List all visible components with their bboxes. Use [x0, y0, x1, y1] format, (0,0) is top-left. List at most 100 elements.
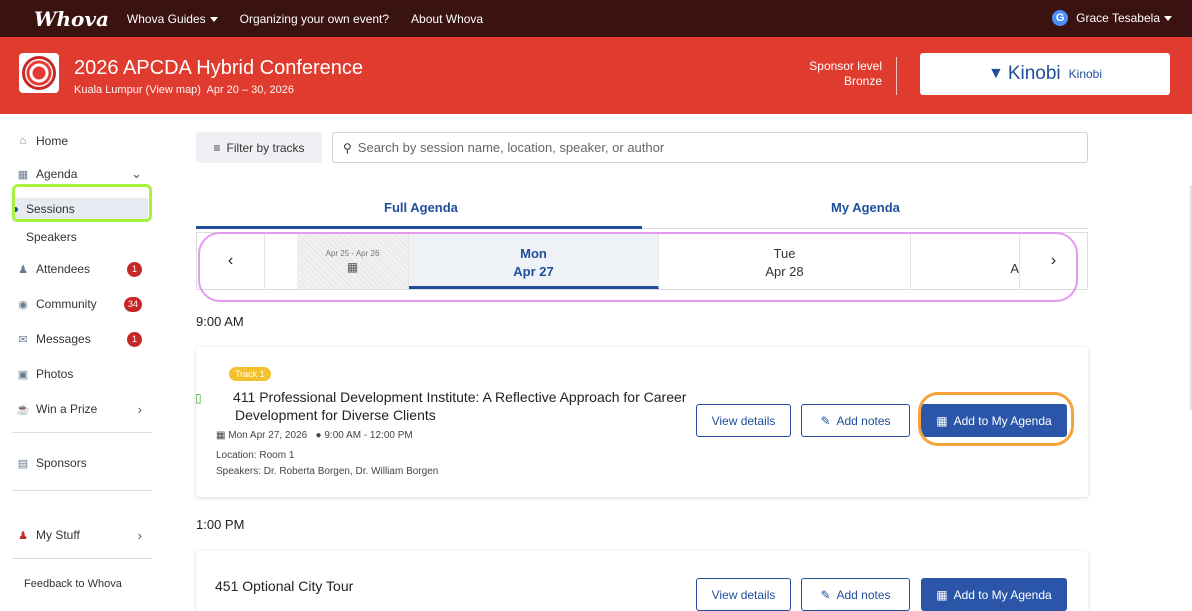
sidebar-item-label: Community	[36, 297, 97, 311]
attendees-badge: 1	[127, 261, 142, 277]
divider	[12, 558, 152, 559]
chevron-down-icon: ⌄	[131, 166, 142, 181]
caret-down-icon	[209, 16, 218, 22]
sponsor-banner[interactable]: ▼ Kinobi Kinobi	[920, 53, 1170, 95]
session-date: Mon Apr 27, 2026	[228, 430, 308, 441]
user-name: Grace Tesabela	[1076, 11, 1160, 25]
search-icon: ⚲	[343, 140, 352, 155]
user-notification-icon: ♟	[18, 529, 28, 542]
whova-logo[interactable]: Whova	[34, 7, 109, 31]
sidebar-item-photos[interactable]: ▣ Photos	[16, 367, 152, 381]
filter-label: Filter by tracks	[226, 140, 305, 155]
pencil-note-icon: ✎	[820, 413, 831, 428]
sidebar-item-messages[interactable]: ✉ Messages 1	[16, 331, 152, 347]
session-time: 9:00 AM - 12:00 PM	[324, 430, 413, 441]
session-title-text: 411 Professional Development Institute: …	[233, 389, 687, 423]
session-datetime: ▦ Mon Apr 27, 2026 ● 9:00 AM - 12:00 PM	[216, 430, 413, 441]
event-title: 2026 APCDA Hybrid Conference	[74, 57, 364, 79]
session-card[interactable]: 451 Optional City Tour View details ✎ Add…	[196, 551, 1088, 611]
event-logo	[19, 53, 59, 93]
sidebar-item-community[interactable]: ◉ Community 34	[16, 296, 152, 312]
event-location-link[interactable]: Kuala Lumpur (View map)	[74, 84, 201, 96]
sidebar-item-label: My Stuff	[36, 528, 80, 542]
nav-organizing[interactable]: Organizing your own event?	[240, 12, 389, 26]
add-agenda-label: Add to My Agenda	[953, 587, 1052, 602]
avatar: G	[1052, 10, 1069, 26]
active-tab-underline	[196, 226, 642, 229]
view-details-label: View details	[711, 413, 776, 428]
sidebar-item-win-prize[interactable]: ☕ Win a Prize ›	[16, 401, 152, 417]
session-title[interactable]: 451 Optional City Tour	[215, 577, 695, 595]
sidebar-item-label: Photos	[36, 367, 74, 381]
nav-about[interactable]: About Whova	[411, 12, 483, 26]
top-navbar: Whova Whova Guides Organizing your own e…	[0, 0, 1192, 37]
event-dates: Apr 20 – 30, 2026	[206, 84, 294, 96]
time-heading: 9:00 AM	[196, 314, 244, 329]
session-speakers: Speakers: Dr. Roberta Borgen, Dr. Willia…	[216, 466, 439, 477]
session-title[interactable]: ▯ 411 Professional Development Institute:…	[195, 388, 695, 424]
caret-down-icon	[1164, 15, 1172, 21]
view-details-button[interactable]: View details	[696, 404, 791, 437]
sliders-icon: ≡	[213, 140, 221, 155]
calendar-plus-icon: ▦	[936, 587, 948, 602]
chevron-right-icon: ›	[137, 401, 142, 417]
divider	[12, 432, 152, 433]
livestream-icon: ▯	[195, 391, 202, 405]
envelope-icon: ✉	[18, 333, 28, 346]
community-badge: 34	[123, 296, 142, 312]
community-icon: ◉	[18, 298, 28, 311]
calendar-icon: ▦	[17, 168, 29, 181]
sidebar-item-sponsors[interactable]: ▤ Sponsors	[16, 456, 152, 470]
sidebar-item-label: Home	[36, 134, 69, 148]
sidebar-item-my-stuff[interactable]: ♟ My Stuff ›	[16, 527, 152, 543]
home-icon: ⌂	[19, 135, 27, 147]
user-menu[interactable]: G Grace Tesabela	[1052, 10, 1172, 26]
search-input[interactable]: ⚲ Search by session name, location, spea…	[332, 132, 1088, 163]
attendees-icon: ♟	[18, 263, 28, 276]
divider	[12, 490, 152, 491]
kinobi-logo-icon: ▼	[987, 65, 1004, 82]
camera-icon: ▣	[17, 368, 29, 381]
sidebar-item-agenda[interactable]: ▦ Agenda ⌄	[16, 166, 152, 181]
add-notes-button[interactable]: ✎ Add notes	[801, 404, 910, 437]
tab-my-agenda[interactable]: My Agenda	[831, 200, 900, 215]
sidebar-item-attendees[interactable]: ♟ Attendees 1	[16, 261, 152, 277]
annotation-highlight-sessions	[12, 184, 152, 222]
time-heading: 1:00 PM	[196, 517, 245, 532]
sidebar-item-label: Sponsors	[36, 456, 87, 470]
add-to-my-agenda-button[interactable]: ▦ Add to My Agenda	[921, 578, 1067, 611]
conference-seal-icon	[22, 56, 56, 90]
clock-icon: ●	[315, 430, 322, 441]
chevron-right-icon: ›	[137, 527, 142, 543]
sponsor-level-label: Sponsor level	[809, 59, 882, 73]
sidebar-item-speakers[interactable]: Speakers	[26, 230, 77, 244]
nav-whova-guides-label: Whova Guides	[126, 11, 206, 26]
sidebar-item-home[interactable]: ⌂ Home	[16, 134, 152, 148]
add-notes-label: Add notes	[836, 587, 891, 602]
sponsor-level-value: Bronze	[843, 74, 882, 88]
feedback-link[interactable]: Feedback to Whova	[24, 578, 122, 590]
calendar-icon: ▦	[216, 430, 226, 441]
track-badge: Track 1	[229, 367, 271, 381]
sidebar-item-label: Win a Prize	[36, 402, 98, 416]
sidebar-item-label: Attendees	[36, 262, 91, 276]
building-icon: ▤	[17, 457, 29, 470]
session-location: Location: Room 1	[216, 450, 295, 461]
search-placeholder: Search by session name, location, speake…	[357, 140, 665, 155]
nav-whova-guides[interactable]: Whova Guides	[127, 12, 218, 26]
view-details-label: View details	[711, 587, 776, 602]
view-details-button[interactable]: View details	[696, 578, 791, 611]
divider	[896, 57, 897, 95]
add-notes-button[interactable]: ✎ Add notes	[801, 578, 910, 611]
tab-full-agenda[interactable]: Full Agenda	[384, 200, 458, 215]
event-subtitle: Kuala Lumpur (View map) Apr 20 – 30, 202…	[74, 84, 294, 96]
sponsor-name: Kinobi	[1068, 67, 1103, 81]
sponsor-level: Sponsor level Bronze	[809, 59, 882, 89]
sponsor-logo-text: Kinobi	[1007, 63, 1061, 84]
trophy-icon: ☕	[16, 403, 30, 416]
annotation-highlight-days	[198, 232, 1078, 302]
filter-by-tracks-button[interactable]: ≡ Filter by tracks	[196, 132, 322, 163]
sidebar-item-label: Agenda	[36, 167, 78, 181]
add-notes-label: Add notes	[836, 413, 891, 428]
sidebar-item-label: Messages	[36, 332, 91, 346]
